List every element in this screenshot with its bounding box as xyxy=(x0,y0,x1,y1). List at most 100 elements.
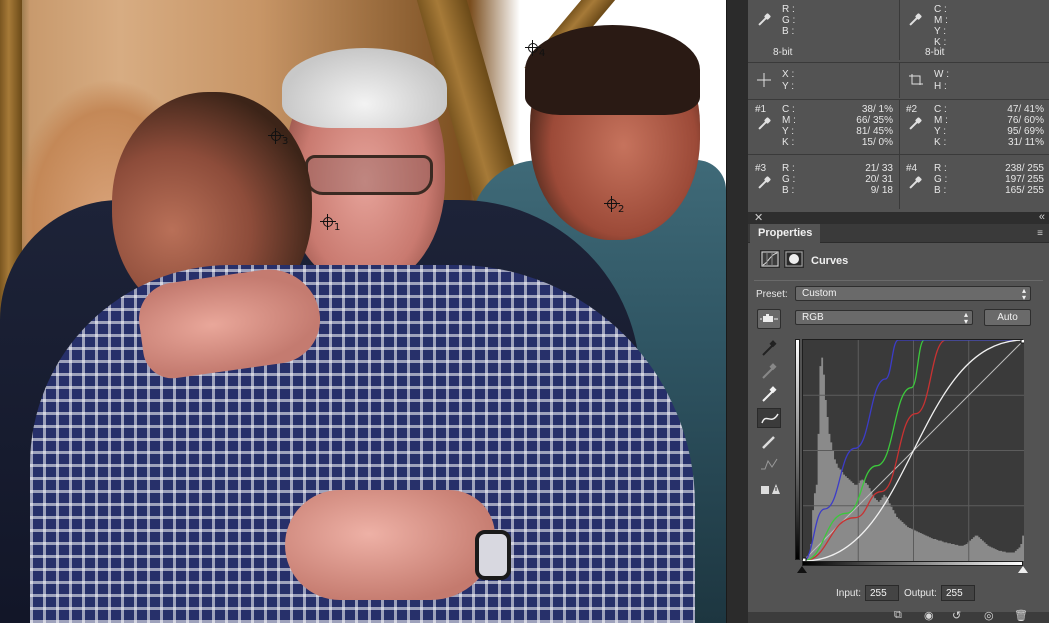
panel-close-bar: ✕ « xyxy=(748,211,1049,224)
view-previous-icon[interactable]: ◉ xyxy=(924,609,934,622)
color-sampler-2[interactable]: 2 xyxy=(604,196,626,218)
curve-point-tool[interactable] xyxy=(757,408,781,428)
info-label: Y : xyxy=(934,126,947,137)
sampler-value: 31/ 11% xyxy=(1008,137,1044,148)
sampler-value: 238/ 255 xyxy=(1005,163,1044,174)
sampler-value: 95/ 69% xyxy=(1007,126,1044,137)
bit-depth: 8-bit xyxy=(925,47,945,58)
trash-icon[interactable]: 🗑 xyxy=(1014,609,1028,622)
info-label: X : xyxy=(782,69,795,80)
bit-depth: 8-bit xyxy=(773,47,793,58)
sampler-value: 38/ 1% xyxy=(861,104,893,115)
info-label: Y : xyxy=(782,126,795,137)
info-label: B : xyxy=(934,185,947,196)
info-label: R : xyxy=(782,163,795,174)
info-label: K : xyxy=(782,137,795,148)
curves-plot[interactable] xyxy=(803,340,1024,561)
info-label: W : xyxy=(934,69,949,80)
eyedropper-icon xyxy=(758,118,770,130)
color-sampler-1[interactable]: 1 xyxy=(320,214,342,236)
sampler-value: 21/ 33 xyxy=(865,163,893,174)
sampler-value: 197/ 255 xyxy=(1005,174,1044,185)
sampler-value: 165/ 255 xyxy=(1005,185,1044,196)
info-label: C : xyxy=(934,4,947,15)
curves-graph[interactable] xyxy=(802,339,1024,561)
sampler-id: #1 xyxy=(755,104,767,115)
pencil-tool[interactable] xyxy=(757,432,781,452)
panel-menu-icon[interactable]: ≡ xyxy=(1037,228,1043,239)
white-point-handle xyxy=(1020,340,1024,344)
sampler-value: 76/ 60% xyxy=(1007,115,1044,126)
reset-icon[interactable]: ↺ xyxy=(952,609,961,622)
panel-title: Curves xyxy=(811,255,849,267)
auto-button[interactable]: Auto xyxy=(984,309,1031,326)
info-label: G : xyxy=(782,15,796,26)
close-icon[interactable]: ✕ xyxy=(754,211,763,224)
preset-dropdown[interactable]: Custom ▴ ▾ xyxy=(795,286,1031,302)
preset-value: Custom xyxy=(802,288,837,299)
visibility-eye-icon[interactable]: ◎ xyxy=(984,609,994,622)
preset-label: Preset: xyxy=(756,289,788,300)
white-point-slider[interactable] xyxy=(1018,566,1028,573)
sampler-id: #3 xyxy=(755,163,767,174)
sampler-value: 9/ 18 xyxy=(870,185,893,196)
sampler-value: 66/ 35% xyxy=(856,115,893,126)
black-point-slider[interactable] xyxy=(797,566,807,573)
info-label: B : xyxy=(782,26,795,37)
info-panel: R : G : B : 8-bit C : M : Y : K : 8-bit … xyxy=(748,0,1049,212)
photo-glasses xyxy=(305,155,433,195)
chevron-up-down-icon: ▴ ▾ xyxy=(963,310,968,326)
info-label: C : xyxy=(782,104,795,115)
info-label: M : xyxy=(934,115,948,126)
collapse-icon[interactable]: « xyxy=(1039,211,1045,223)
document-canvas[interactable]: 1 2 3 4 xyxy=(0,0,726,623)
black-point-eyedropper[interactable] xyxy=(757,338,781,358)
targeted-adjustment-icon[interactable] xyxy=(757,309,781,329)
input-field[interactable]: 255 xyxy=(865,585,899,601)
color-sampler-3[interactable]: 3 xyxy=(268,128,290,150)
output-gradient-bar xyxy=(795,339,800,560)
mask-icon[interactable] xyxy=(784,250,804,268)
info-label: G : xyxy=(782,174,796,185)
output-label: Output: xyxy=(904,588,937,599)
eyedropper-icon xyxy=(758,14,770,26)
output-field[interactable]: 255 xyxy=(941,585,975,601)
gray-point-eyedropper[interactable] xyxy=(757,361,781,381)
info-label: R : xyxy=(782,4,795,15)
channel-value: RGB xyxy=(802,312,824,323)
input-label: Input: xyxy=(836,588,862,599)
white-point-eyedropper[interactable] xyxy=(757,384,781,404)
selection-size-icon xyxy=(909,74,923,85)
input-gradient-bar xyxy=(802,561,1023,566)
info-label: R : xyxy=(934,163,947,174)
info-label: Y : xyxy=(782,81,795,92)
info-label: H : xyxy=(934,81,947,92)
photo-old-man-hair xyxy=(282,48,447,128)
info-label: C : xyxy=(934,104,947,115)
smooth-curve-icon[interactable] xyxy=(757,454,781,474)
chevron-up-down-icon: ▴ ▾ xyxy=(1021,286,1026,302)
photo-man-right-hair xyxy=(525,25,700,115)
clip-to-layer-icon[interactable]: ⧉ xyxy=(894,609,902,622)
info-label: K : xyxy=(934,137,947,148)
panel-divider[interactable] xyxy=(726,0,748,623)
eyedropper-icon xyxy=(909,177,921,189)
clipping-warning-icon[interactable] xyxy=(757,478,781,498)
crosshair-icon xyxy=(757,73,771,87)
properties-tab-bar: Properties ≡ xyxy=(748,224,1049,243)
channel-dropdown[interactable]: RGB ▴ ▾ xyxy=(795,310,973,326)
eyedropper-icon xyxy=(909,118,921,130)
sampler-value: 47/ 41% xyxy=(1007,104,1044,115)
eyedropper-icon xyxy=(909,14,921,26)
photo-watch xyxy=(475,530,511,580)
properties-panel: Properties ≡ Curves Preset: Custom ▴ ▾ RG… xyxy=(748,224,1049,623)
color-sampler-4[interactable]: 4 xyxy=(525,40,547,62)
sampler-value: 81/ 45% xyxy=(856,126,893,137)
sampler-value: 15/ 0% xyxy=(861,137,893,148)
sampler-id: #4 xyxy=(906,163,918,174)
curves-adjustment-icon[interactable] xyxy=(760,250,780,268)
sampler-value: 20/ 31 xyxy=(865,174,893,185)
info-label: G : xyxy=(934,174,948,185)
tab-properties[interactable]: Properties xyxy=(750,224,821,243)
info-label: M : xyxy=(782,115,796,126)
